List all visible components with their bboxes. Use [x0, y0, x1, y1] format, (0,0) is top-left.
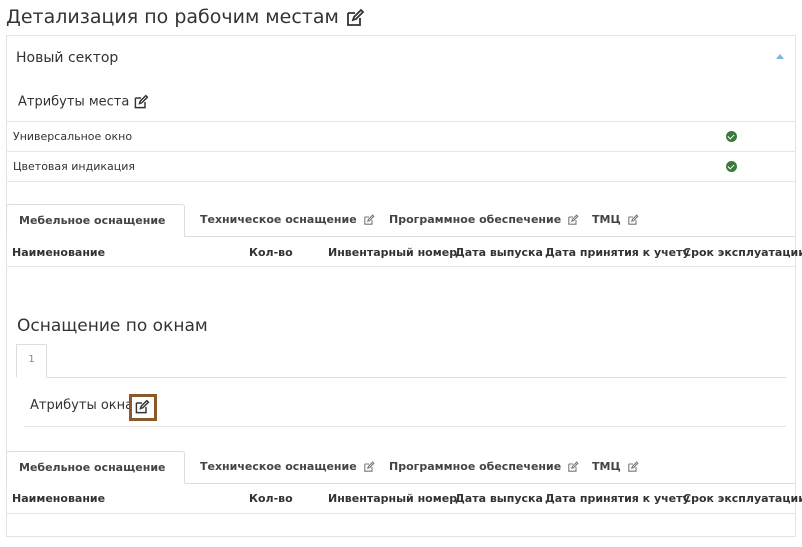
tab-label: ТМЦ: [592, 460, 621, 473]
column-header[interactable]: Наименование: [12, 492, 105, 505]
window-attributes-heading: Атрибуты окна: [30, 398, 134, 413]
attribute-label: Цветовая индикация: [13, 160, 135, 173]
edit-icon[interactable]: [567, 213, 579, 226]
checkmark-icon: [726, 131, 737, 142]
tab-label: Мебельное оснащение: [19, 461, 166, 474]
column-header[interactable]: Дата принятия к учету: [545, 492, 690, 505]
column-header[interactable]: Дата выпуска: [455, 246, 543, 259]
column-header[interactable]: Дата выпуска: [455, 492, 543, 505]
tab-label: Программное обеспечение: [389, 460, 562, 473]
highlight-box: [129, 394, 157, 421]
column-header[interactable]: Кол-во: [249, 246, 293, 259]
divider: [6, 151, 796, 152]
place-attributes-heading: Атрибуты места: [18, 94, 149, 110]
tab-label: Техническое оснащение: [200, 213, 357, 226]
edit-icon[interactable]: [363, 213, 375, 226]
checkmark-icon: [726, 161, 737, 172]
column-header[interactable]: Срок эксплуатации: [683, 492, 802, 505]
edit-icon[interactable]: [363, 460, 375, 473]
collapse-caret-icon[interactable]: [776, 54, 784, 59]
windows-section-title: Оснащение по окнам: [17, 316, 208, 336]
edit-icon[interactable]: [567, 460, 579, 473]
column-header[interactable]: Кол-во: [249, 492, 293, 505]
page-title-text: Детализация по рабочим местам: [6, 6, 339, 28]
page-title: Детализация по рабочим местам: [6, 6, 365, 28]
column-header[interactable]: Наименование: [12, 246, 105, 259]
tab-tmc[interactable]: ТМЦ: [592, 213, 639, 226]
tab-label: Техническое оснащение: [200, 460, 357, 473]
tab-software[interactable]: Программное обеспечение: [389, 213, 579, 226]
divider: [6, 121, 796, 122]
tab-technical[interactable]: Техническое оснащение: [200, 460, 375, 473]
window-tab-1[interactable]: 1: [16, 344, 47, 378]
tab-tmc[interactable]: ТМЦ: [592, 460, 639, 473]
edit-icon[interactable]: [171, 462, 173, 474]
tab-furniture[interactable]: Мебельное оснащение: [6, 204, 185, 237]
edit-icon[interactable]: [627, 460, 639, 473]
window-tabs-underline: [16, 377, 786, 378]
place-attributes-label: Атрибуты места: [18, 94, 130, 110]
tab-label: Программное обеспечение: [389, 213, 562, 226]
tab-label: ТМЦ: [592, 213, 621, 226]
edit-place-attributes-icon[interactable]: [133, 94, 149, 110]
tab-software[interactable]: Программное обеспечение: [389, 460, 579, 473]
tab-label: Мебельное оснащение: [19, 214, 166, 227]
edit-icon[interactable]: [345, 8, 365, 28]
column-header[interactable]: Инвентарный номер: [328, 492, 457, 505]
sector-name[interactable]: Новый сектор: [16, 50, 118, 66]
attribute-label: Универсальное окно: [13, 130, 133, 143]
divider: [6, 181, 796, 182]
column-header[interactable]: Срок эксплуатации: [683, 246, 802, 259]
divider: [6, 513, 796, 514]
tab-technical[interactable]: Техническое оснащение: [200, 213, 375, 226]
tab-furniture[interactable]: Мебельное оснащение: [6, 451, 185, 484]
column-header[interactable]: Инвентарный номер: [328, 246, 457, 259]
edit-icon[interactable]: [627, 213, 639, 226]
column-header[interactable]: Дата принятия к учету: [545, 246, 690, 259]
divider: [24, 426, 786, 427]
divider: [6, 266, 796, 267]
edit-icon[interactable]: [171, 215, 173, 227]
